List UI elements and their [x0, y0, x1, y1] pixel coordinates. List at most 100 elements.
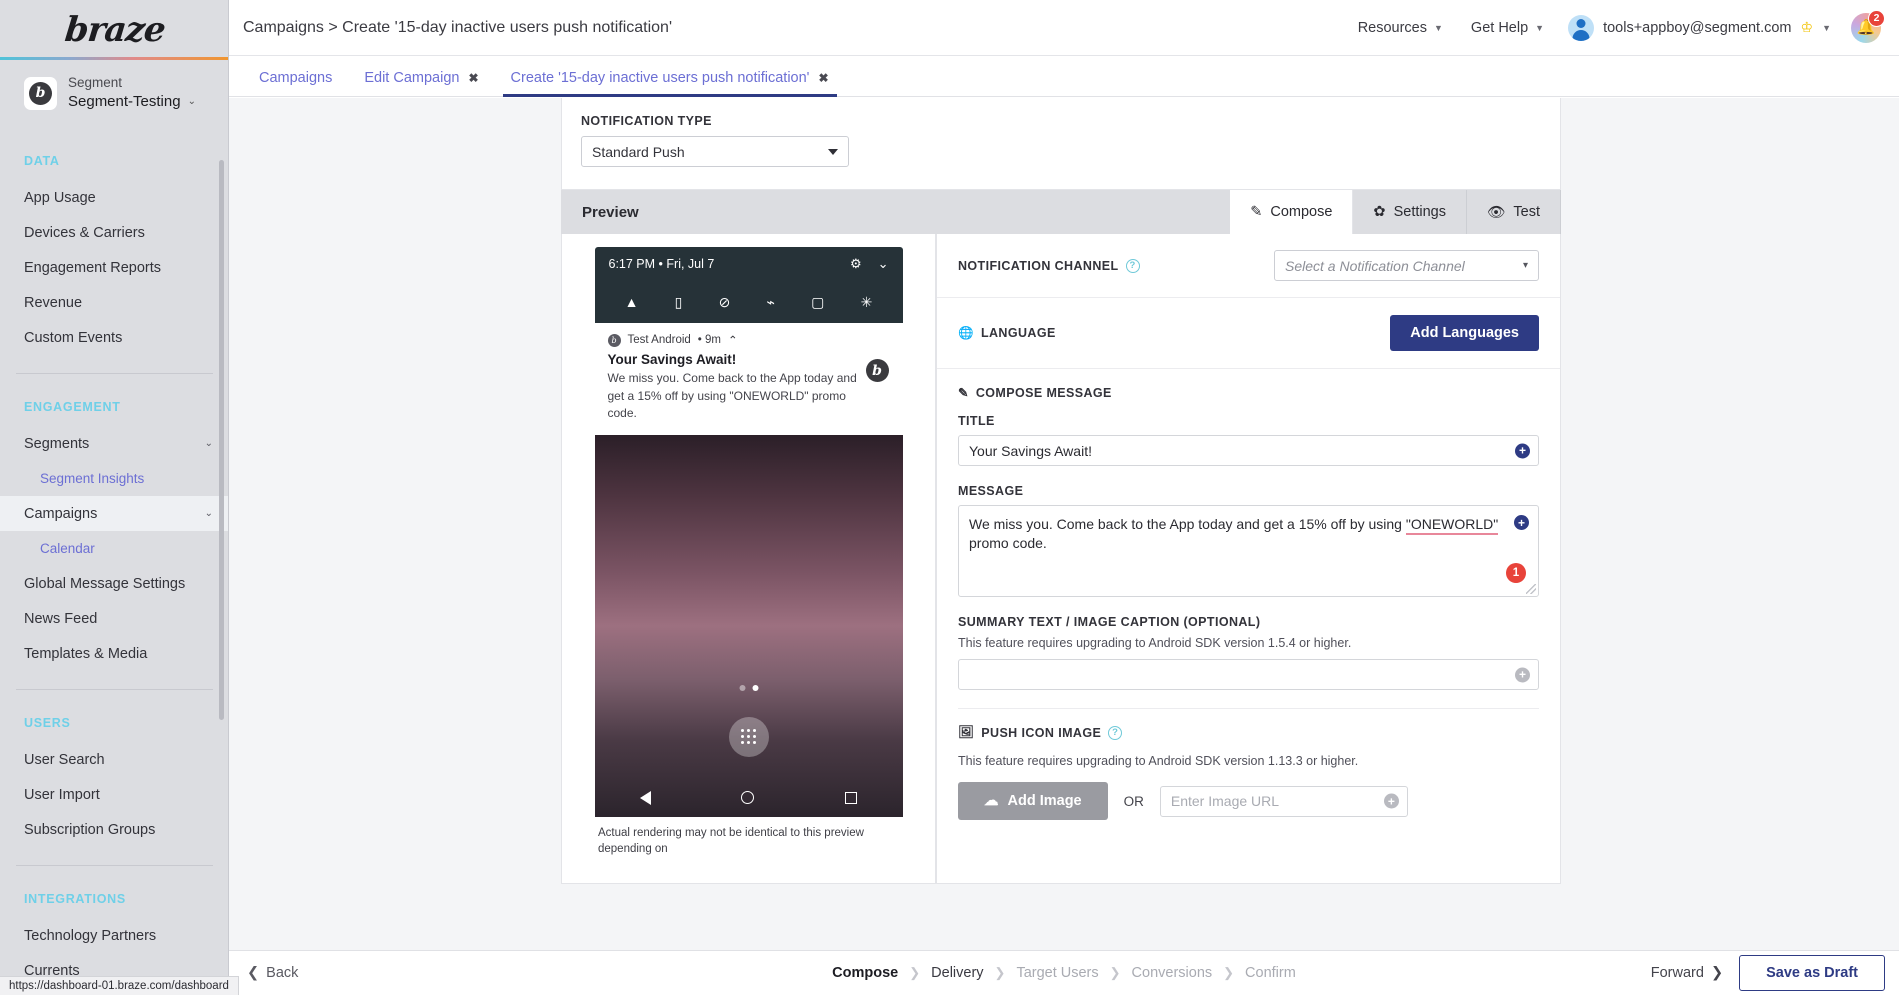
language-label: 🌐 LANGUAGE	[958, 326, 1056, 341]
status-bar-url: https://dashboard-01.braze.com/dashboard	[0, 976, 239, 995]
page-tab[interactable]: Campaigns	[243, 71, 348, 97]
close-icon[interactable]: ✖	[818, 72, 828, 84]
sidebar-group-title: USERS	[0, 716, 229, 730]
wizard-step-target-users[interactable]: Target Users	[1016, 965, 1098, 981]
workspace-label: Segment	[68, 75, 196, 91]
braze-logo[interactable]: braze	[63, 10, 167, 50]
flashlight-off-icon: ⌁	[767, 294, 775, 311]
tab-compose[interactable]: ✎ Compose	[1230, 190, 1353, 234]
compose-message-heading: ✎ COMPOSE MESSAGE	[958, 385, 1539, 400]
sidebar-item-global-message-settings[interactable]: Global Message Settings	[0, 566, 229, 601]
phone-status-icons: ⚙ ⌄	[850, 256, 889, 272]
sidebar-item-label: Segments	[24, 435, 89, 453]
sidebar-item-engagement-reports[interactable]: Engagement Reports	[0, 250, 229, 285]
sidebar-item-campaigns[interactable]: Campaigns⌄	[0, 496, 229, 531]
bottom-bar-actions: Forward ❯ Save as Draft	[1651, 955, 1885, 991]
title-input[interactable]	[958, 435, 1539, 466]
add-languages-button[interactable]: Add Languages	[1390, 315, 1539, 351]
notification-channel-value: Select a Notification Channel	[1285, 258, 1465, 274]
notification-large-icon: b	[866, 359, 889, 382]
page-tab[interactable]: Create '15-day inactive users push notif…	[495, 71, 845, 97]
sidebar-divider	[16, 373, 213, 374]
sidebar-item-label: Subscription Groups	[24, 821, 155, 839]
page-tab[interactable]: Edit Campaign ✖	[348, 71, 494, 97]
message-textarea-wrap: We miss you. Come back to the App today …	[958, 505, 1539, 597]
summary-text-input[interactable]	[958, 659, 1539, 690]
phone-quick-settings: ▲ ▯ ⊘ ⌁ ▢ ✳	[595, 281, 903, 323]
brand-area: braze	[0, 0, 229, 60]
tab-settings[interactable]: ✿Settings	[1353, 190, 1467, 234]
help-icon[interactable]: ?	[1126, 259, 1140, 273]
close-icon[interactable]: ✖	[468, 72, 478, 84]
account-menu[interactable]: tools+appboy@segment.com ♔ ▼	[1558, 15, 1835, 41]
chevron-down-icon: ⌄	[188, 92, 196, 111]
phone-nav-bar	[595, 779, 903, 817]
app-drawer-icon	[729, 717, 769, 757]
workspace-name: Segment-Testing	[68, 92, 181, 111]
page-tab-label: Create '15-day inactive users push notif…	[511, 71, 810, 86]
sidebar-item-devices-carriers[interactable]: Devices & Carriers	[0, 215, 229, 250]
notification-title: Your Savings Await!	[608, 352, 890, 367]
preview-compose-split: Preview 6:17 PM • Fri, Jul 7 ⚙ ⌄	[561, 190, 1561, 884]
wizard-step-compose[interactable]: Compose	[832, 965, 898, 981]
app-name: Test Android	[628, 334, 691, 346]
notification-type-card: NOTIFICATION TYPE Standard Push	[561, 98, 1561, 190]
battery-icon: ▯	[675, 294, 683, 311]
pencil-icon: ✎	[1250, 204, 1262, 220]
image-url-input[interactable]	[1160, 786, 1408, 817]
notifications-button[interactable]: 🔔 2	[1851, 13, 1881, 43]
forward-button[interactable]: Forward ❯	[1651, 965, 1723, 981]
message-misspelled-word: "ONEWORLD"	[1406, 516, 1498, 535]
summary-personalization-button[interactable]: +	[1515, 667, 1530, 682]
help-icon[interactable]: ?	[1108, 726, 1122, 740]
wizard-step-delivery[interactable]: Delivery	[931, 965, 983, 981]
push-icon-hint: This feature requires upgrading to Andro…	[958, 754, 1539, 768]
tab-test[interactable]: 👁Test	[1467, 190, 1561, 234]
message-warning-badge: 1	[1506, 563, 1526, 583]
content-area: NOTIFICATION TYPE Standard Push Preview	[229, 98, 1899, 950]
back-button[interactable]: ❮ Back	[247, 965, 298, 981]
gear-icon: ⚙	[850, 256, 862, 272]
sidebar-item-label: Devices & Carriers	[24, 224, 145, 242]
tab-label: Compose	[1270, 204, 1332, 220]
top-bar: Campaigns > Create '15-day inactive user…	[229, 0, 1899, 56]
sidebar-item-segments[interactable]: Segments⌄	[0, 426, 229, 461]
wizard-step-conversions[interactable]: Conversions	[1132, 965, 1213, 981]
resize-handle[interactable]	[1526, 584, 1536, 594]
title-personalization-button[interactable]: +	[1515, 443, 1530, 458]
sidebar-scrollbar[interactable]	[219, 160, 224, 720]
get-help-menu[interactable]: Get Help ▼	[1457, 20, 1558, 36]
sidebar-item-app-usage[interactable]: App Usage	[0, 180, 229, 215]
sidebar-item-segment-insights[interactable]: Segment Insights	[0, 461, 229, 496]
sidebar-item-revenue[interactable]: Revenue	[0, 285, 229, 320]
sidebar-item-technology-partners[interactable]: Technology Partners	[0, 918, 229, 953]
globe-icon: 🌐	[958, 326, 974, 341]
add-image-button[interactable]: ☁ Add Image	[958, 782, 1108, 820]
save-as-draft-button[interactable]: Save as Draft	[1739, 955, 1885, 991]
message-textarea[interactable]: We miss you. Come back to the App today …	[958, 505, 1539, 597]
image-url-personalization-button[interactable]: +	[1384, 794, 1399, 809]
step-separator-icon: ❯	[995, 965, 1006, 981]
compose-panel: ✎Compose✿Settings👁Test NOTIFICATION CHAN…	[936, 190, 1561, 884]
sidebar-item-custom-events[interactable]: Custom Events	[0, 320, 229, 355]
sidebar-item-user-import[interactable]: User Import	[0, 777, 229, 812]
compose-message-section: ✎ COMPOSE MESSAGE TITLE + MESSAGE	[937, 369, 1560, 820]
resources-label: Resources	[1358, 20, 1427, 36]
sidebar-item-label: Segment Insights	[40, 470, 144, 488]
recents-square-icon	[845, 792, 857, 804]
sidebar-item-label: Custom Events	[24, 329, 122, 347]
page-tab-label: Edit Campaign	[364, 71, 459, 86]
sidebar-item-templates-media[interactable]: Templates & Media	[0, 636, 229, 671]
sidebar-item-calendar[interactable]: Calendar	[0, 531, 229, 566]
notification-type-select[interactable]: Standard Push	[581, 136, 849, 167]
workspace-switcher[interactable]: b Segment Segment-Testing ⌄	[0, 60, 229, 128]
sidebar-item-subscription-groups[interactable]: Subscription Groups	[0, 812, 229, 847]
message-personalization-button[interactable]: +	[1514, 515, 1529, 530]
sidebar-item-label: App Usage	[24, 189, 96, 207]
sidebar-item-user-search[interactable]: User Search	[0, 742, 229, 777]
wizard-step-confirm[interactable]: Confirm	[1245, 965, 1296, 981]
push-icon-image-row: ☁ Add Image OR +	[958, 782, 1539, 820]
sidebar-item-news-feed[interactable]: News Feed	[0, 601, 229, 636]
resources-menu[interactable]: Resources ▼	[1344, 20, 1457, 36]
notification-channel-select[interactable]: Select a Notification Channel ▾	[1274, 250, 1539, 281]
